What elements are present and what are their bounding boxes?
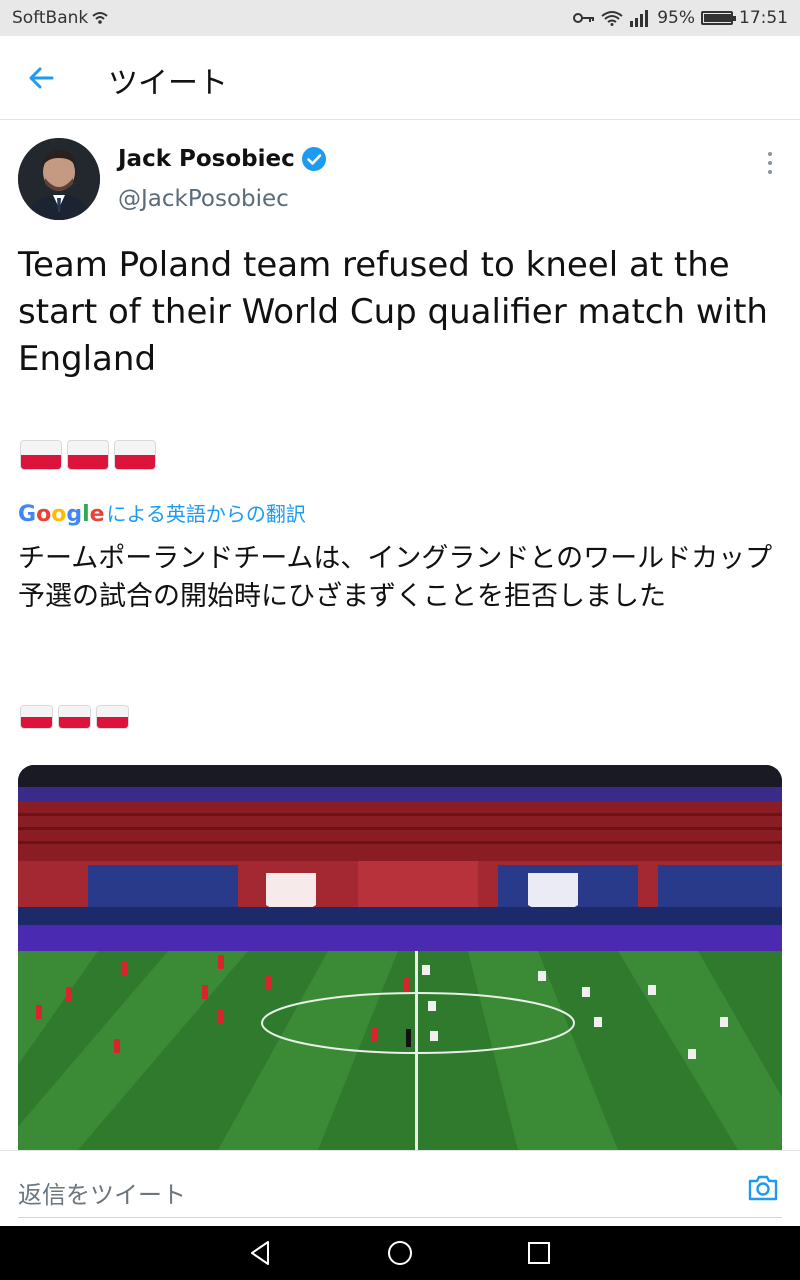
tweet-text: Team Poland team refused to kneel at the… bbox=[18, 245, 768, 379]
translated-text: チームポーランドチームは、イングランドとのワールドカップ予選の試合の開始時にひざ… bbox=[18, 543, 773, 612]
poland-flag-icon bbox=[114, 440, 156, 470]
reply-bar: 返信をツイート bbox=[0, 1150, 800, 1226]
battery-icon bbox=[701, 11, 736, 25]
author-handle[interactable]: @JackPosobiec bbox=[118, 186, 289, 212]
poland-flag-icon bbox=[67, 440, 109, 470]
flag-row-translated bbox=[20, 705, 129, 729]
translation-label: による英語からの翻訳 bbox=[106, 502, 306, 526]
poland-flag-icon bbox=[58, 705, 91, 729]
nav-home-button[interactable] bbox=[385, 1238, 415, 1268]
camera-icon bbox=[748, 1175, 778, 1201]
tweet-media-image[interactable] bbox=[18, 765, 782, 1150]
back-button[interactable] bbox=[22, 58, 62, 98]
circle-home-icon bbox=[388, 1241, 412, 1265]
stadium-photo bbox=[18, 765, 782, 1150]
clock: 17:51 bbox=[739, 8, 788, 28]
more-vertical-icon bbox=[768, 152, 772, 174]
google-logo: Google bbox=[18, 502, 105, 527]
reply-underline bbox=[18, 1217, 782, 1218]
author-name-text: Jack Posobiec bbox=[118, 146, 295, 172]
profile-photo bbox=[18, 138, 100, 220]
camera-button[interactable] bbox=[746, 1171, 780, 1205]
poland-flag-icon bbox=[20, 705, 53, 729]
poland-flag-icon bbox=[20, 440, 62, 470]
translation-attribution[interactable]: Google による英語からの翻訳 bbox=[18, 498, 306, 527]
app-header: ツイート bbox=[0, 36, 800, 120]
avatar[interactable] bbox=[18, 138, 100, 220]
vpn-key-icon bbox=[573, 13, 595, 23]
carrier-label: SoftBank bbox=[12, 8, 89, 28]
reply-input[interactable]: 返信をツイート bbox=[18, 1175, 186, 1210]
wifi-small-icon bbox=[92, 12, 108, 24]
battery-percent: 95% bbox=[657, 8, 695, 28]
flag-row bbox=[20, 440, 156, 470]
signal-icon bbox=[630, 10, 649, 27]
square-recents-icon bbox=[528, 1242, 550, 1264]
system-nav-bar bbox=[0, 1226, 800, 1280]
status-bar: SoftBank 95% 17:51 bbox=[0, 0, 800, 36]
wifi-icon bbox=[601, 11, 623, 26]
nav-recents-button[interactable] bbox=[524, 1238, 554, 1268]
poland-flag-icon bbox=[96, 705, 129, 729]
more-options-button[interactable] bbox=[760, 150, 780, 178]
triangle-back-icon bbox=[251, 1241, 269, 1265]
arrow-left-icon bbox=[29, 67, 54, 89]
page-title: ツイート bbox=[108, 66, 228, 101]
screen: SoftBank 95% 17:51 ツイート Jack Posobiec @J… bbox=[0, 0, 800, 1280]
verified-badge-icon bbox=[301, 147, 326, 171]
author-name[interactable]: Jack Posobiec bbox=[118, 146, 327, 172]
nav-back-button[interactable] bbox=[246, 1238, 276, 1268]
